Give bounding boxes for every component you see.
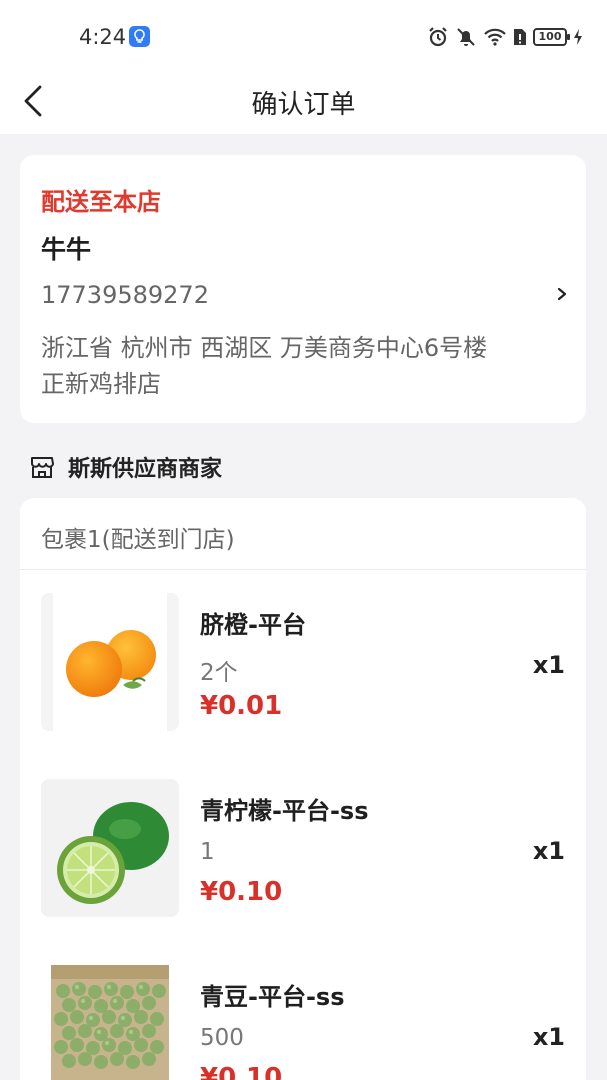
product-spec: 1 <box>200 839 215 865</box>
status-time: 4:24 <box>79 25 127 49</box>
chevron-right-icon[interactable] <box>552 279 572 309</box>
product-price: ¥0.10 <box>200 877 283 907</box>
order-confirm-page: 4:24 100 确认订单 配送至本店 牛牛 17739589272 浙江省 杭… <box>0 0 607 1080</box>
recipient-address: 浙江省 杭州市 西湖区 万美商务中心6号楼 正新鸡排店 <box>41 330 561 402</box>
sim-icon <box>514 29 526 45</box>
product-image <box>41 965 179 1080</box>
battery-icon: 100 <box>533 28 570 46</box>
store-header: 斯斯供应商商家 <box>29 450 222 484</box>
alarm-icon <box>429 27 447 47</box>
product-price: ¥0.10 <box>200 1063 283 1080</box>
nav-bar: 确认订单 <box>0 70 607 134</box>
product-price: ¥0.01 <box>200 691 283 721</box>
product-quantity: x1 <box>532 651 565 679</box>
address-line-2: 正新鸡排店 <box>41 370 161 398</box>
product-name: 青豆-平台-ss <box>200 983 345 1011</box>
recipient-phone: 17739589272 <box>41 281 209 309</box>
charging-icon <box>574 29 582 45</box>
status-bar: 4:24 100 <box>0 0 607 70</box>
list-item[interactable]: 青柠檬-平台-ss 1 ¥0.10 x1 <box>20 779 586 929</box>
bell-off-icon <box>457 28 475 46</box>
store-name: 斯斯供应商商家 <box>68 457 223 482</box>
package-card: 包裹1(配送到门店) 脐橙-平台 2个 ¥0.01 x1 青柠檬-平台-ss 1… <box>20 498 586 1080</box>
package-title: 包裹1(配送到门店) <box>41 527 235 553</box>
product-spec: 2个 <box>200 660 238 686</box>
product-name: 脐橙-平台 <box>200 611 306 639</box>
list-item[interactable]: 青豆-平台-ss 500 ¥0.10 x1 <box>20 965 586 1080</box>
page-title: 确认订单 <box>251 90 356 120</box>
wifi-icon <box>484 28 506 46</box>
product-quantity: x1 <box>532 837 565 865</box>
product-image <box>41 779 179 917</box>
delivery-address-card[interactable]: 配送至本店 牛牛 17739589272 浙江省 杭州市 西湖区 万美商务中心6… <box>20 155 586 423</box>
status-icons: 100 <box>427 24 583 50</box>
product-quantity: x1 <box>532 1023 565 1051</box>
ship-to-label: 配送至本店 <box>41 188 161 216</box>
divider <box>20 569 586 570</box>
lightbulb-icon <box>129 26 150 47</box>
product-name: 青柠檬-平台-ss <box>200 797 369 825</box>
address-line-1: 浙江省 杭州市 西湖区 万美商务中心6号楼 <box>41 334 488 362</box>
store-icon <box>31 457 54 478</box>
recipient-name: 牛牛 <box>41 235 92 264</box>
list-item[interactable]: 脐橙-平台 2个 ¥0.01 x1 <box>20 593 586 743</box>
product-image <box>41 593 179 731</box>
product-spec: 500 <box>200 1025 244 1051</box>
